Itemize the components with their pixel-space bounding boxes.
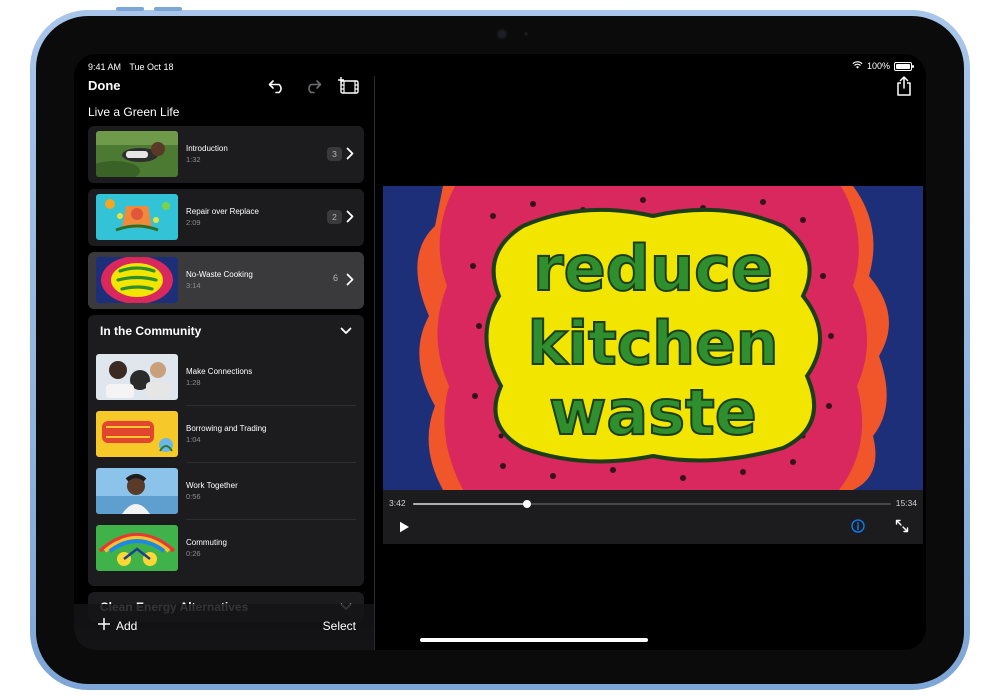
wifi-icon [852, 61, 863, 71]
group-header[interactable]: In the Community [88, 315, 364, 347]
thumbnail-work-together [96, 468, 178, 514]
chapter-duration: 1:32 [186, 155, 201, 164]
group-in-the-community: In the Community Make Connections 1:28 B… [88, 315, 364, 586]
chapter-card-selected[interactable]: No-Waste Cooking 3:14 6 [88, 252, 364, 309]
project-sidebar: Done Live a Green Life Introduction 1:32… [74, 54, 374, 650]
status-bar-right: 100% [852, 61, 914, 71]
clip-duration: 1:04 [186, 435, 201, 444]
clip-duration: 0:26 [186, 549, 201, 558]
scrubber-progress [413, 503, 527, 505]
video-text-line1: reduce [533, 232, 773, 305]
group-title: In the Community [100, 324, 202, 338]
chapter-title: Repair over Replace [186, 207, 259, 216]
current-time: 3:42 [389, 498, 406, 508]
info-icon[interactable] [851, 519, 865, 538]
battery-percent: 100% [866, 61, 890, 71]
chevron-right-icon [346, 273, 354, 291]
redo-icon[interactable] [302, 76, 324, 96]
thumbnail-repair [96, 194, 178, 240]
video-text-line2: kitchen [528, 309, 779, 379]
share-icon[interactable] [896, 76, 912, 101]
chevron-right-icon [346, 210, 354, 228]
thumbnail-commuting [96, 525, 178, 571]
clip-duration: 0:56 [186, 492, 201, 501]
thumbnail-make-connections [96, 354, 178, 400]
chapter-duration: 3:14 [186, 281, 201, 290]
volume-button [154, 7, 182, 11]
scrubber[interactable] [413, 500, 891, 508]
chapter-card[interactable]: Introduction 1:32 3 [88, 126, 364, 183]
add-clip-film-icon[interactable] [338, 76, 360, 96]
chevron-right-icon [346, 147, 354, 165]
list-item[interactable]: Commuting 0:26 [88, 520, 364, 577]
screen: 9:41 AM Tue Oct 18 100% Done Live a Gree… [74, 54, 926, 650]
total-time: 15:34 [895, 498, 917, 508]
chevron-down-icon[interactable] [340, 324, 352, 338]
clip-title: Work Together [186, 481, 238, 490]
clip-count-badge: 2 [327, 210, 342, 224]
home-indicator[interactable] [420, 638, 648, 642]
project-title: Live a Green Life [88, 105, 180, 119]
list-item[interactable]: Borrowing and Trading 1:04 [88, 406, 364, 463]
front-camera [496, 28, 508, 40]
done-button[interactable]: Done [88, 78, 121, 93]
volume-button [116, 7, 144, 11]
chapter-duration: 2:09 [186, 218, 201, 227]
clip-title: Make Connections [186, 367, 253, 376]
battery-icon [894, 61, 914, 71]
camera-sensor [524, 32, 528, 36]
clip-duration: 1:28 [186, 378, 201, 387]
chapter-title: No-Waste Cooking [186, 270, 253, 279]
clip-count: 6 [332, 273, 338, 283]
bezel: 9:41 AM Tue Oct 18 100% Done Live a Gree… [36, 16, 964, 684]
clip-title: Commuting [186, 538, 227, 547]
clip-count-badge: 3 [327, 147, 342, 161]
thumbnail-no-waste-cooking [96, 257, 178, 303]
add-label: Add [116, 618, 138, 633]
chapter-title: Introduction [186, 144, 228, 153]
ipad-device: 9:41 AM Tue Oct 18 100% Done Live a Gree… [30, 7, 970, 690]
play-icon[interactable] [399, 520, 410, 538]
select-button[interactable]: Select [323, 619, 356, 633]
thumbnail-borrowing [96, 411, 178, 457]
clip-title: Borrowing and Trading [186, 424, 267, 433]
list-item[interactable]: Make Connections 1:28 [88, 349, 364, 406]
split-divider[interactable] [374, 76, 375, 650]
plus-icon [97, 617, 111, 633]
scrubber-knob[interactable] [522, 500, 531, 508]
video-preview[interactable]: reduce kitchen waste [383, 186, 923, 490]
video-frame: reduce kitchen waste [383, 186, 923, 490]
bottom-toolbar: Add Select [74, 604, 374, 650]
undo-icon[interactable] [266, 76, 288, 96]
list-item[interactable]: Work Together 0:56 [88, 463, 364, 520]
chapter-card[interactable]: Repair over Replace 2:09 2 [88, 189, 364, 246]
add-button[interactable]: Add [97, 617, 138, 633]
video-text-line3: waste [549, 376, 757, 449]
fullscreen-expand-icon[interactable] [895, 519, 909, 538]
playback-controls: 3:42 15:34 [383, 490, 923, 544]
thumbnail-introduction [96, 131, 178, 177]
